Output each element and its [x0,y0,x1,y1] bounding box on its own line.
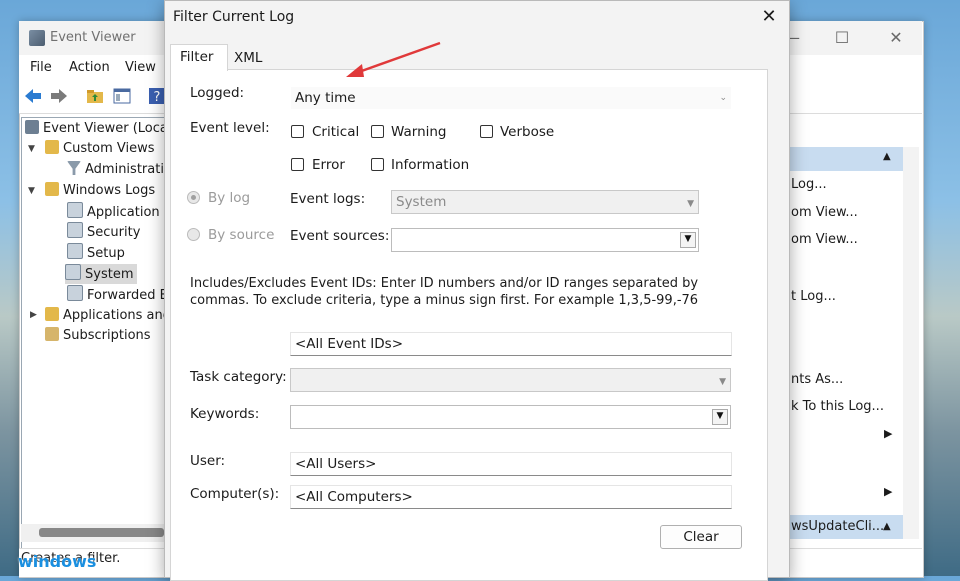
keywords-label: Keywords: [190,406,260,422]
tree-item-administrative-events[interactable]: Administrati [67,160,164,180]
by-source-radio[interactable] [187,228,200,241]
clear-button[interactable]: Clear [660,525,742,549]
close-icon[interactable]: ✕ [756,4,782,30]
show-hide-tree-icon[interactable] [113,87,131,105]
subscriptions-icon [45,327,59,341]
event-logs-label: Event logs: [290,191,366,207]
tree-item-setup[interactable]: Setup [67,243,125,263]
tab-filter[interactable]: Filter [170,44,228,71]
warning-label[interactable]: Warning [391,124,447,140]
folder-icon [45,140,59,154]
chevron-down-icon: ▼ [719,377,726,387]
menu-view[interactable]: View [125,60,156,75]
event-viewer-app-icon [29,30,45,46]
tree-item-event-viewer-local[interactable]: Event Viewer (Local) [25,119,177,139]
chevron-down-icon[interactable]: ▼ [28,144,35,154]
tree-item-windows-logs[interactable]: Windows Logs [45,181,155,201]
folder-up-icon[interactable] [86,87,104,105]
chevron-down-icon[interactable]: ▼ [712,409,728,425]
event-sources-label: Event sources: [290,228,390,244]
tab-xml[interactable]: XML [234,50,262,66]
scrollbar-thumb[interactable] [39,528,164,537]
computer-label: Computer(s): [190,486,280,502]
tree-item-subscriptions[interactable]: Subscriptions [45,326,151,346]
svg-text:?: ? [154,90,161,105]
by-source-label[interactable]: By source [208,227,274,243]
information-checkbox[interactable] [371,158,384,171]
action-item-clear-log[interactable]: t Log... [791,289,836,304]
event-viewer-icon [25,120,39,134]
information-label[interactable]: Information [391,157,469,173]
submenu-arrow-icon[interactable]: ▶ [884,485,892,498]
log-icon [67,202,83,218]
menu-file[interactable]: File [30,60,52,75]
task-category-select[interactable]: ▼ [290,368,731,392]
action-item-event-source: wsUpdateCli... [791,519,885,534]
folder-icon [45,182,59,196]
computer-input[interactable]: <All Computers> [290,485,732,509]
verbose-label[interactable]: Verbose [500,124,554,140]
tree-item-security[interactable]: Security [67,222,140,242]
event-ids-input[interactable]: <All Event IDs> [290,332,732,356]
chevron-down-icon[interactable]: ▼ [680,232,696,248]
by-log-radio[interactable] [187,191,200,204]
task-category-label: Task category: [190,369,287,385]
chevron-right-icon[interactable]: ▶ [30,310,37,320]
tree-item-application[interactable]: Application [67,202,160,222]
critical-label[interactable]: Critical [312,124,359,140]
menu-action[interactable]: Action [69,60,110,75]
event-ids-description: Includes/Excludes Event IDs: Enter ID nu… [190,276,699,308]
action-item-open-saved-log[interactable]: Log... [791,177,827,192]
error-label[interactable]: Error [312,157,345,173]
by-log-label[interactable]: By log [208,190,250,206]
warning-checkbox[interactable] [371,125,384,138]
submenu-arrow-icon[interactable]: ▶ [884,427,892,440]
windows-wallpaper-logo: windows [18,552,97,571]
forward-arrow-icon[interactable] [50,87,68,105]
log-icon [67,222,83,238]
tree-item-custom-views[interactable]: Custom Views [45,139,155,159]
chevron-down-icon[interactable]: ▼ [28,186,35,196]
event-level-label: Event level: [190,120,270,136]
user-label: User: [190,453,226,469]
verbose-checkbox[interactable] [480,125,493,138]
action-item-import-custom-view[interactable]: om View... [791,232,858,247]
dialog-title: Filter Current Log [173,9,295,25]
event-viewer-title: Event Viewer [50,30,136,45]
log-icon [65,264,81,280]
chevron-down-icon: ▼ [687,199,694,209]
tree-item-applications-and-services[interactable]: Applications and [45,306,171,326]
error-checkbox[interactable] [291,158,304,171]
back-arrow-icon[interactable] [24,87,42,105]
logged-select[interactable]: Any time ⌄ [290,86,732,110]
tree-item-system[interactable]: System [65,264,138,284]
keywords-select[interactable]: ▼ [290,405,731,429]
action-item-save-all-events-as[interactable]: nts As... [791,372,843,387]
annotation-arrow-icon [346,41,441,77]
chevron-down-icon: ⌄ [719,93,727,103]
user-input[interactable]: <All Users> [290,452,732,476]
action-item-create-custom-view[interactable]: om View... [791,205,858,220]
log-icon [67,243,83,259]
window-close-button[interactable]: ✕ [873,25,919,51]
collapse-up-icon[interactable]: ▲ [883,521,891,532]
maximize-button[interactable]: ☐ [819,25,865,51]
event-logs-select[interactable]: System ▼ [391,190,699,214]
action-item-attach-task[interactable]: k To this Log... [791,399,884,414]
folder-icon [45,307,59,321]
actions-scrollbar[interactable] [903,147,919,539]
filter-icon [67,161,81,175]
critical-checkbox[interactable] [291,125,304,138]
collapse-up-icon[interactable]: ▲ [883,151,891,162]
log-icon [67,285,83,301]
event-sources-select[interactable]: ▼ [391,228,699,252]
logged-label: Logged: [190,85,245,101]
tree-item-forwarded-events[interactable]: Forwarded E [67,285,168,305]
